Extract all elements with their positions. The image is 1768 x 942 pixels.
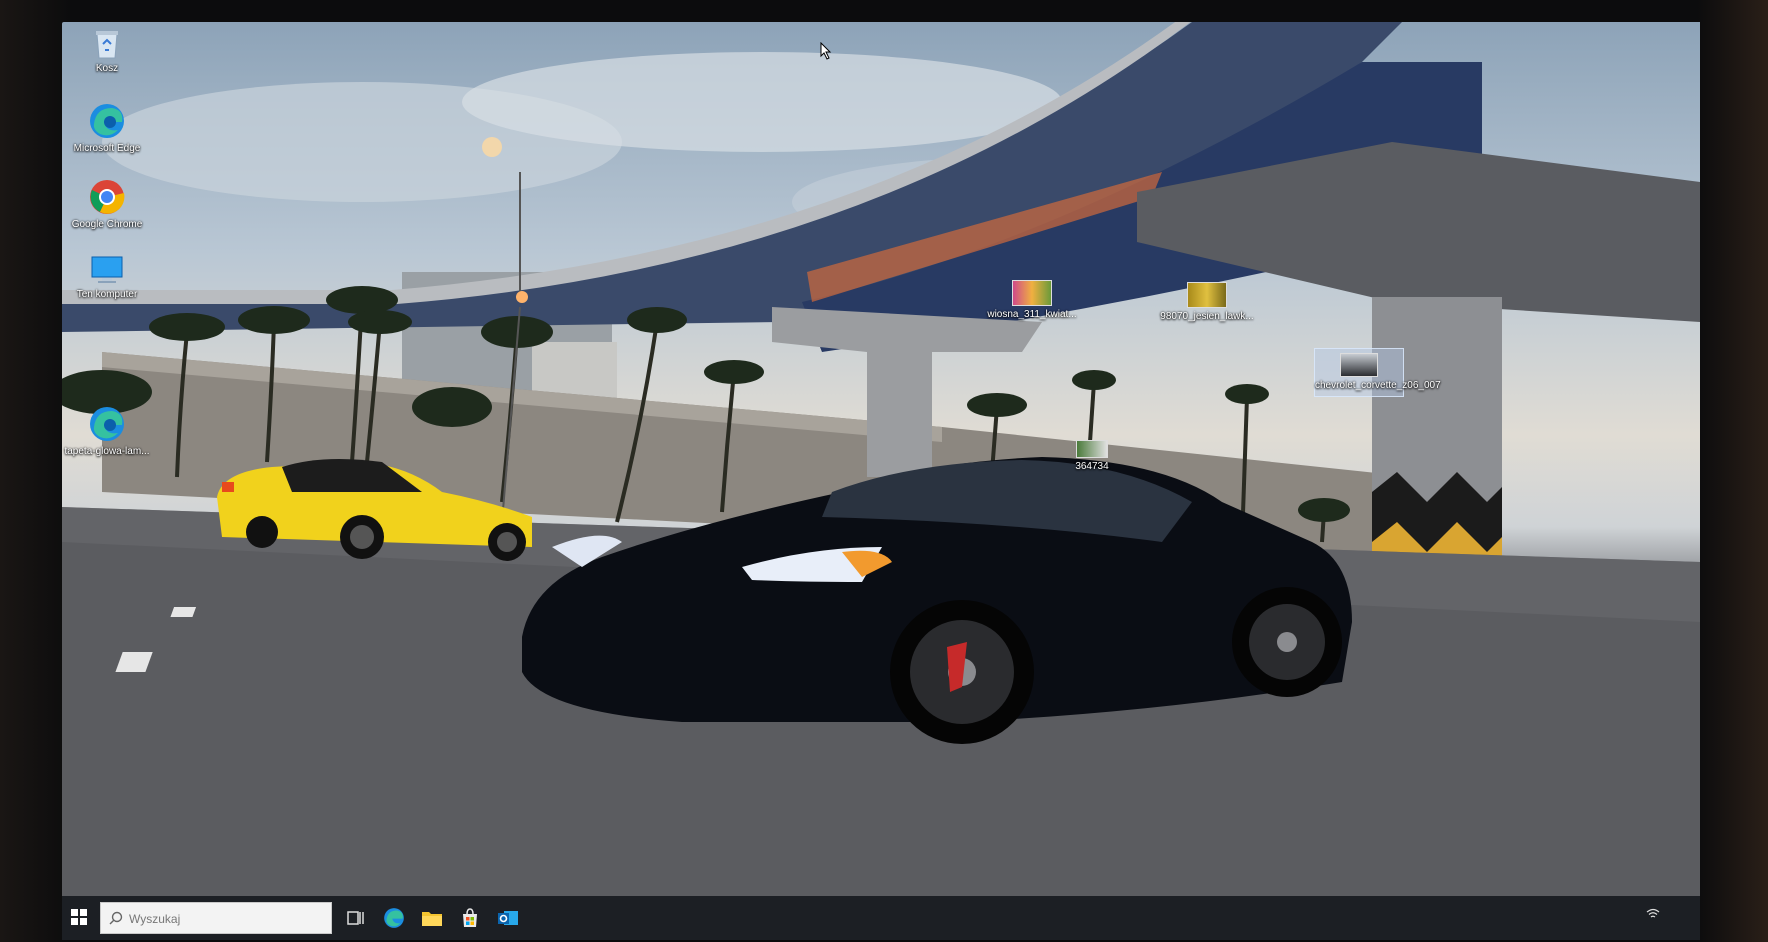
- image-thumbnail: [1012, 280, 1052, 306]
- task-view-icon: [347, 911, 364, 925]
- taskbar-edge-button[interactable]: [380, 904, 408, 932]
- desktop-icon-chrome[interactable]: Google Chrome: [62, 178, 152, 231]
- mouse-cursor-icon: [820, 42, 832, 60]
- file-label: 98070_jesien_lawk...: [1160, 311, 1254, 322]
- taskbar-outlook-button[interactable]: [494, 904, 522, 932]
- store-icon: [463, 908, 477, 927]
- desktop-icon-label: Google Chrome: [71, 219, 143, 230]
- task-view-button[interactable]: [342, 904, 370, 932]
- file-label: wiosna_311_kwiat...: [987, 309, 1077, 320]
- edge-icon: [90, 407, 124, 441]
- network-icon: [1646, 908, 1660, 918]
- computer-icon: [91, 256, 123, 283]
- image-thumbnail: [1340, 353, 1378, 377]
- taskbar-store-button[interactable]: [456, 904, 484, 932]
- recycle-bin-icon: [96, 31, 118, 59]
- desktop-icon-edge[interactable]: Microsoft Edge: [62, 102, 152, 155]
- start-button[interactable]: [68, 906, 90, 928]
- desktop-file-wiosna[interactable]: wiosna_311_kwiat...: [982, 280, 1082, 321]
- desktop-icon-label: Ten komputer: [76, 289, 138, 300]
- taskbar-file-explorer-button[interactable]: [418, 904, 446, 932]
- desktop-icon-recycle-bin[interactable]: Kosz: [62, 28, 152, 75]
- desktop-icon-label: Kosz: [95, 63, 119, 74]
- edge-icon: [90, 104, 124, 138]
- windows-logo-icon: [71, 909, 87, 925]
- search-icon: [109, 911, 123, 925]
- desktop-icon-label: tapeta-glowa-lam...: [64, 446, 150, 457]
- desktop-file-364734[interactable]: 364734: [1052, 440, 1132, 473]
- desktop-icon-label: Microsoft Edge: [73, 143, 141, 154]
- desktop-screen: Kosz Microsoft Edge Google Chrome Ten ko…: [62, 22, 1700, 940]
- desktop-file-corvette[interactable]: chevrolet_corvette_z06_007: [1314, 348, 1441, 397]
- image-thumbnail: [1187, 282, 1227, 308]
- file-label: chevrolet_corvette_z06_007: [1315, 380, 1441, 391]
- wallpaper: [62, 22, 1700, 940]
- system-tray[interactable]: [1646, 908, 1660, 920]
- taskbar-search-box[interactable]: Wyszukaj: [100, 902, 332, 934]
- edge-icon: [384, 908, 404, 928]
- desktop-file-jesien[interactable]: 98070_jesien_lawk...: [1157, 282, 1257, 323]
- image-thumbnail: [1076, 440, 1108, 458]
- desktop-icon-wallpaper-file[interactable]: tapeta-glowa-lam...: [62, 405, 152, 458]
- chrome-icon: [90, 180, 125, 214]
- taskbar: Wyszukaj: [62, 896, 1700, 940]
- file-explorer-icon: [422, 912, 442, 926]
- desktop-icon-this-pc[interactable]: Ten komputer: [62, 254, 152, 301]
- outlook-icon: [498, 911, 518, 925]
- file-label: 364734: [1075, 461, 1109, 472]
- search-placeholder: Wyszukaj: [129, 912, 181, 926]
